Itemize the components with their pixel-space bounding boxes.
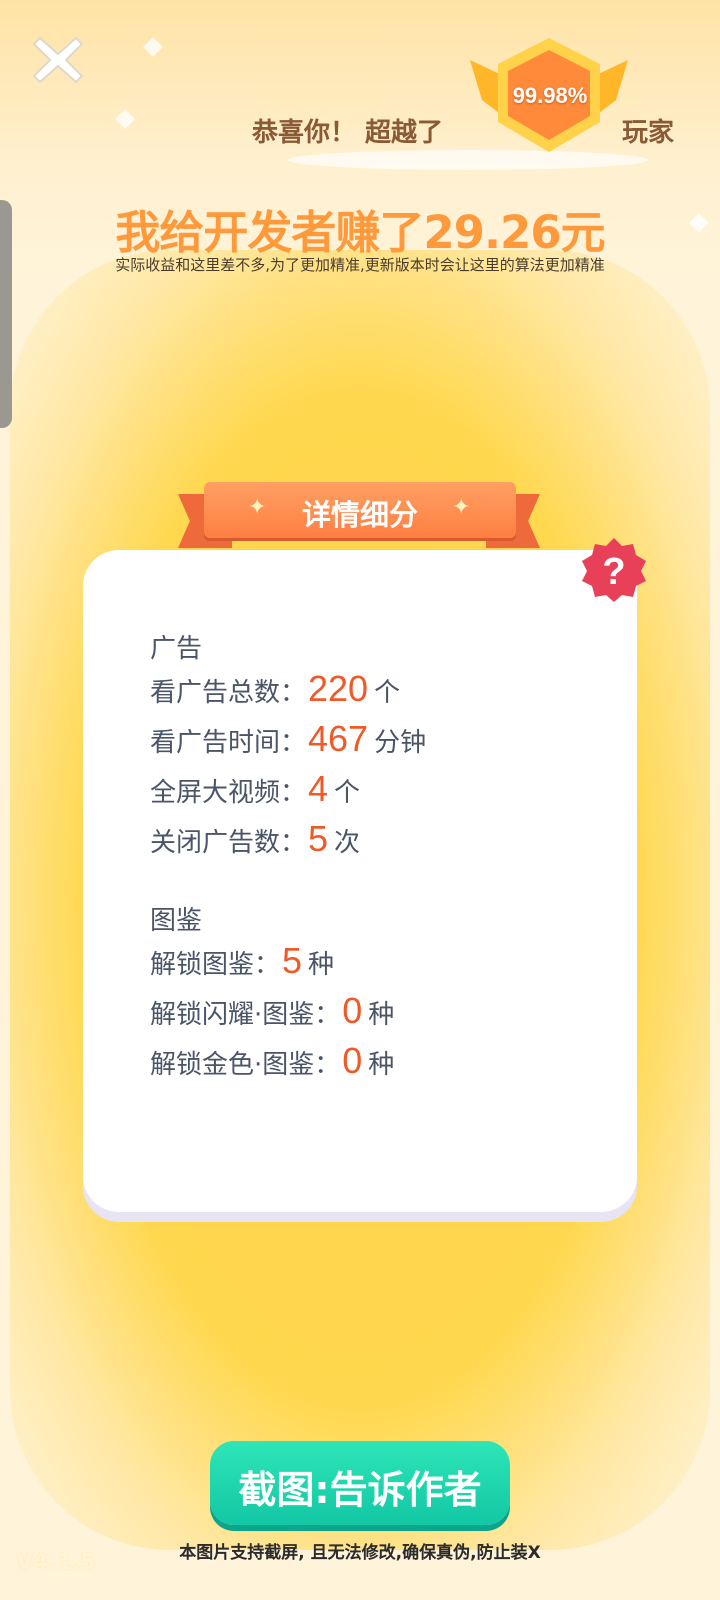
stat-value: 4 [308, 768, 329, 809]
earnings-headline: 我给开发者赚了29.26元 [115, 206, 605, 259]
stat-row-fullscreen-videos: 全屏大视频：4 个 [150, 768, 360, 810]
stat-row-closed-ads: 关闭广告数：5 次 [150, 818, 360, 860]
percentile-value: 99.98% [512, 83, 588, 108]
congrats-text: 恭喜你！ 超越了 [252, 118, 444, 148]
stat-label: 关闭广告数： [150, 828, 307, 858]
collection-section-title: 图鉴 [150, 906, 203, 936]
stat-row-ad-time: 看广告时间：467 分钟 [150, 718, 426, 760]
stat-unit: 分钟 [374, 728, 427, 758]
stat-value: 0 [342, 1040, 363, 1081]
stat-value: 0 [342, 990, 363, 1031]
earnings-note: 实际收益和这里差不多,为了更加精准,更新版本时会让这里的算法更加精准 [115, 256, 605, 274]
stat-label: 看广告总数： [150, 678, 307, 708]
star-icon: ✦ [452, 495, 471, 520]
share-button-label: 截图:告诉作者 [238, 1468, 482, 1512]
help-icon[interactable]: ? [580, 536, 648, 604]
stat-label: 解锁闪耀·图鉴： [150, 1000, 341, 1030]
stat-unit: 种 [308, 950, 335, 980]
ads-section-title: 广告 [150, 634, 203, 664]
details-ribbon: ✦ 详情细分 ✦ [204, 482, 516, 538]
version-label: V4.1.5 [16, 1550, 96, 1575]
stat-value: 467 [308, 718, 369, 759]
stat-label: 全屏大视频： [150, 778, 307, 808]
stat-row-shiny-unlocked: 解锁闪耀·图鉴：0 种 [150, 990, 394, 1032]
stat-unit: 种 [368, 1000, 395, 1030]
close-icon[interactable] [32, 34, 84, 86]
footer-note: 本图片支持截屏, 且无法修改,确保真伪,防止装X [179, 1543, 541, 1563]
stat-row-total-ads: 看广告总数：220 个 [150, 668, 400, 710]
stat-value: 220 [308, 668, 369, 709]
stat-row-unlocked: 解锁图鉴：5 种 [150, 940, 334, 982]
stat-row-gold-unlocked: 解锁金色·图鉴：0 种 [150, 1040, 394, 1082]
stat-unit: 种 [368, 1050, 395, 1080]
stat-unit: 个 [374, 678, 401, 708]
stat-label: 解锁金色·图鉴： [150, 1050, 341, 1080]
svg-text:?: ? [602, 551, 625, 593]
stat-unit: 次 [334, 828, 361, 858]
screenshot-share-button[interactable]: 截图:告诉作者 [210, 1441, 510, 1525]
stat-label: 解锁图鉴： [150, 950, 281, 980]
stat-value: 5 [308, 818, 329, 859]
stat-value: 5 [282, 940, 303, 981]
stat-unit: 个 [334, 778, 361, 808]
stat-label: 看广告时间： [150, 728, 307, 758]
